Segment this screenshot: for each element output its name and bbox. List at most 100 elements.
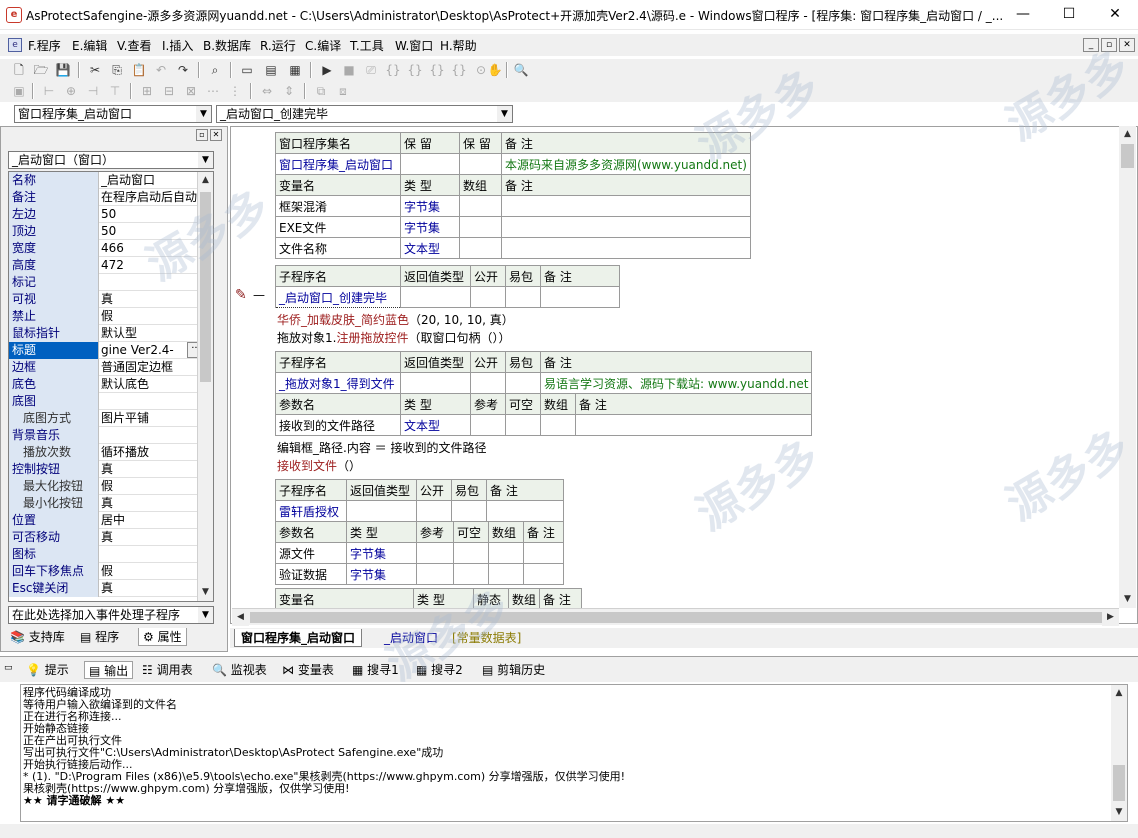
mdi-restore-button[interactable]: ▫ (1101, 38, 1117, 52)
menu-insert[interactable]: I.插入 (162, 37, 193, 54)
code-line[interactable]: 拖放对象1.注册拖放控件（取窗口句柄（）） (277, 329, 510, 346)
code-line[interactable]: 华侨_加载皮肤_简约蓝色（20, 10, 10, 真） (277, 311, 514, 328)
menu-run[interactable]: R.运行 (260, 37, 296, 54)
property-row[interactable]: 备注 在程序启动后自动 (9, 189, 213, 206)
property-row[interactable]: 可否移动真 (9, 529, 213, 546)
table-cell[interactable] (488, 563, 524, 585)
property-row[interactable]: 播放次数 循环播放 (9, 444, 213, 461)
table-cell[interactable] (470, 286, 506, 308)
redo-icon[interactable]: ↷ (174, 62, 192, 78)
scroll-down-icon[interactable]: ▼ (1119, 591, 1136, 608)
table-cell[interactable] (416, 563, 454, 585)
property-row[interactable]: 底图方式 图片平铺 (9, 410, 213, 427)
debug-1-icon[interactable]: ⎚ (362, 62, 380, 78)
same-size-icon[interactable]: ⊠ (182, 83, 200, 99)
center-h-icon[interactable]: ⇔ (258, 83, 276, 99)
panel-restore-icon[interactable]: ▫ (196, 129, 208, 141)
step-over-icon[interactable]: {} (406, 62, 424, 78)
property-row[interactable]: 名称 _启动窗口 (9, 172, 213, 189)
copy-icon[interactable]: ⎘ (108, 62, 126, 78)
table-cell[interactable] (505, 286, 541, 308)
property-row[interactable]: 图标 (9, 546, 213, 563)
space-h-icon[interactable]: ⋯ (204, 83, 222, 99)
maximize-button[interactable]: ☐ (1046, 0, 1092, 30)
code-editor[interactable]: 窗口程序集名 保 留 保 留 备 注 窗口程序集_启动窗口 本源码来自源多多资源… (230, 126, 1138, 624)
tab-program[interactable]: ▤ 程序 (80, 628, 119, 646)
scroll-thumb[interactable] (1113, 765, 1125, 801)
table-cell[interactable] (574, 414, 813, 436)
assembly-select[interactable]: 窗口程序集_启动窗口 ▼ (14, 105, 212, 123)
tab-output[interactable]: ▤ 输出 (84, 661, 134, 679)
mdi-minimize-button[interactable]: _ (1083, 38, 1099, 52)
table-cell[interactable] (470, 372, 506, 394)
scroll-up-icon[interactable]: ▲ (198, 172, 213, 189)
property-row[interactable]: 顶边 50 (9, 223, 213, 240)
property-row[interactable]: 回车下移焦点假 (9, 563, 213, 580)
minimize-button[interactable]: — (1000, 0, 1046, 30)
table-cell[interactable] (488, 542, 524, 564)
menu-view[interactable]: V.查看 (117, 37, 151, 54)
pin-icon[interactable]: ▭ (4, 663, 13, 673)
code-line[interactable]: 编辑框_路径.内容 ＝ 接收到的文件路径 (277, 439, 486, 456)
save-icon[interactable]: 💾 (54, 62, 72, 78)
tab-clip-history[interactable]: ▤ 剪辑历史 (482, 661, 545, 679)
bring-front-icon[interactable]: ⧉ (312, 83, 330, 99)
property-value[interactable]: gine Ver2.4- (101, 342, 185, 359)
event-select[interactable]: 在此处选择加入事件处理子程序 ▼ (8, 606, 214, 624)
tab-constants[interactable]: [常量数据表] (446, 629, 527, 647)
tab-properties[interactable]: ⚙ 属性 (138, 628, 187, 646)
table-cell[interactable] (416, 542, 454, 564)
tab-assembly[interactable]: 窗口程序集_启动窗口 (234, 629, 363, 647)
scroll-left-icon[interactable]: ◀ (232, 609, 249, 626)
table-cell[interactable] (459, 195, 502, 217)
center-v-icon[interactable]: ⇕ (280, 83, 298, 99)
scroll-right-icon[interactable]: ▶ (1102, 609, 1119, 626)
chevron-down-icon[interactable]: ▼ (497, 106, 512, 122)
property-row[interactable]: 边框 普通固定边框 (9, 359, 213, 376)
find-icon[interactable]: ⌕ (206, 62, 224, 78)
property-row[interactable]: 背景音乐 (9, 427, 213, 444)
mdi-close-button[interactable]: ✕ (1119, 38, 1135, 52)
property-row-selected[interactable]: 标题 gine Ver2.4- ··· (9, 342, 213, 359)
assembly-name-cell[interactable]: 窗口程序集_启动窗口 (275, 153, 401, 175)
param-name-cell[interactable]: 接收到的文件路径 (275, 414, 401, 436)
align-left-icon[interactable]: ⊢ (40, 83, 58, 99)
menu-edit[interactable]: E.编辑 (72, 37, 107, 54)
tab-watch[interactable]: 🔍 监视表 (212, 661, 267, 679)
table-cell[interactable] (501, 216, 751, 238)
align-top-icon[interactable]: ⊤ (106, 83, 124, 99)
table-cell[interactable] (540, 414, 576, 436)
table-cell[interactable] (505, 414, 541, 436)
scroll-down-icon[interactable]: ▼ (198, 584, 213, 601)
var-type-cell[interactable]: 字节集 (400, 195, 460, 217)
editor-vertical-scrollbar[interactable]: ▲ ▼ (1119, 126, 1136, 608)
table-cell[interactable] (459, 153, 502, 175)
table-cell[interactable] (470, 414, 506, 436)
tab-start-window[interactable]: _启动窗口 (378, 629, 444, 647)
table-cell[interactable] (505, 372, 541, 394)
property-row[interactable]: Esc键关闭真 (9, 580, 213, 597)
property-row[interactable]: 最大化按钮假 (9, 478, 213, 495)
var-type-cell[interactable]: 字节集 (400, 216, 460, 238)
comment-cell[interactable]: 易语言学习资源、源码下载站: www.yuandd.net (539, 372, 813, 394)
stop-icon[interactable]: ■ (340, 62, 358, 78)
table-cell[interactable] (400, 286, 471, 308)
close-button[interactable]: ✕ (1092, 0, 1138, 30)
scroll-thumb[interactable] (200, 192, 211, 382)
send-back-icon[interactable]: ⧈ (334, 83, 352, 99)
scroll-up-icon[interactable]: ▲ (1111, 685, 1127, 702)
table-cell[interactable] (400, 153, 460, 175)
tab-hint[interactable]: 💡 提示 (26, 661, 69, 679)
subroutine-name-cell[interactable]: _拖放对象1_得到文件 (275, 372, 401, 394)
step-out-icon[interactable]: {} (428, 62, 446, 78)
property-row[interactable]: 宽度 466 (9, 240, 213, 257)
table-cell[interactable] (453, 542, 489, 564)
property-row[interactable]: 底图 (9, 393, 213, 410)
scroll-thumb[interactable] (1121, 144, 1134, 168)
table-cell[interactable] (501, 195, 751, 217)
chevron-down-icon[interactable]: ▼ (196, 106, 211, 122)
property-row[interactable]: 可视真 (9, 291, 213, 308)
chevron-down-icon[interactable]: ▼ (198, 607, 213, 623)
subroutine-name-cell[interactable]: 雷轩盾授权 (275, 500, 347, 522)
var-name-cell[interactable]: EXE文件 (275, 216, 401, 238)
